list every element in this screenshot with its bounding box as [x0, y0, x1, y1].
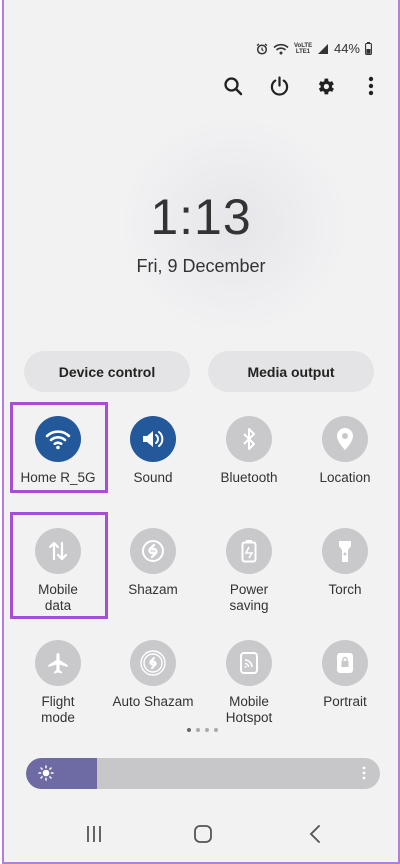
tile-flight-mode[interactable]: Flight mode	[10, 640, 106, 726]
quick-panel: VoLTE LTE1 44% 1:13 Fri, 9 December Devi…	[2, 0, 400, 864]
flashlight-icon	[339, 541, 351, 562]
tile-sound[interactable]: Sound	[105, 416, 201, 486]
highlight-box-wifi	[10, 402, 108, 493]
tile-location-circle[interactable]	[322, 416, 368, 462]
tile-power-saving-label: Power saving	[229, 582, 269, 613]
hotspot-icon	[240, 652, 258, 674]
back-icon	[309, 825, 320, 843]
tile-portrait-circle[interactable]	[322, 640, 368, 686]
gear-icon	[318, 78, 334, 94]
more-options-button[interactable]	[348, 72, 394, 100]
device-control-button[interactable]: Device control	[24, 351, 190, 392]
power-button[interactable]	[256, 72, 302, 100]
search-button[interactable]	[210, 72, 256, 100]
tile-shazam[interactable]: Shazam	[105, 528, 201, 598]
alarm-icon	[256, 42, 268, 55]
home-button[interactable]	[193, 824, 213, 849]
bluetooth-icon	[243, 428, 255, 450]
location-pin-icon	[337, 428, 353, 450]
tile-power-saving-circle[interactable]	[226, 528, 272, 574]
clock-time: 1:13	[150, 189, 252, 245]
brightness-icon	[38, 765, 54, 786]
more-vert-icon	[368, 76, 374, 96]
search-icon	[224, 77, 243, 96]
volume-icon	[143, 431, 164, 447]
tile-bluetooth[interactable]: Bluetooth	[201, 416, 297, 486]
page-dot	[214, 728, 218, 732]
status-bar: VoLTE LTE1 44%	[256, 41, 372, 56]
tile-auto-shazam[interactable]: Auto Shazam	[105, 640, 201, 710]
tile-portrait[interactable]: Portrait	[297, 640, 393, 710]
tile-mobile-hotspot[interactable]: Mobile Hotspot	[201, 640, 297, 726]
top-actions	[210, 72, 394, 100]
navigation-bar	[4, 824, 398, 852]
media-output-button[interactable]: Media output	[208, 351, 374, 392]
tile-mobile-hotspot-circle[interactable]	[226, 640, 272, 686]
tile-shazam-circle[interactable]	[130, 528, 176, 574]
rotation-lock-icon	[337, 653, 353, 673]
tile-auto-shazam-circle[interactable]	[130, 640, 176, 686]
network-label: VoLTE LTE1	[293, 42, 313, 55]
tile-location-label: Location	[319, 470, 371, 485]
tile-torch-label: Torch	[328, 582, 362, 597]
brightness-more-icon[interactable]	[362, 766, 366, 785]
tile-flight-mode-circle[interactable]	[35, 640, 81, 686]
tile-location[interactable]: Location	[297, 416, 393, 486]
tile-shazam-label: Shazam	[128, 582, 178, 597]
tile-sound-label: Sound	[133, 470, 173, 485]
tile-flight-mode-label: Flight mode	[41, 694, 75, 725]
tile-portrait-label: Portrait	[323, 694, 367, 709]
tile-torch-circle[interactable]	[322, 528, 368, 574]
back-button[interactable]	[308, 824, 322, 849]
tile-torch[interactable]: Torch	[297, 528, 393, 598]
page-indicator	[187, 728, 218, 732]
tile-mobile-hotspot-label: Mobile Hotspot	[225, 694, 273, 725]
recents-button[interactable]	[84, 824, 104, 849]
shazam-icon	[142, 540, 164, 562]
tile-sound-circle[interactable]	[130, 416, 176, 462]
wifi-status-icon	[273, 43, 289, 55]
tile-bluetooth-label: Bluetooth	[220, 470, 278, 485]
page-dot	[205, 728, 209, 732]
brightness-level	[26, 758, 97, 789]
power-icon	[270, 75, 288, 96]
battery-percent: 44%	[333, 41, 360, 56]
highlight-box-mobile-data	[10, 512, 108, 619]
tile-auto-shazam-label: Auto Shazam	[112, 694, 194, 709]
brightness-slider[interactable]	[26, 758, 380, 789]
airplane-icon	[48, 653, 68, 674]
settings-button[interactable]	[302, 72, 348, 100]
home-icon	[194, 825, 212, 843]
battery-icon	[365, 42, 372, 55]
page-dot	[187, 728, 191, 732]
page-dot	[196, 728, 200, 732]
tile-bluetooth-circle[interactable]	[226, 416, 272, 462]
auto-shazam-icon	[140, 650, 166, 676]
tile-power-saving[interactable]: Power saving	[201, 528, 297, 614]
battery-saver-icon	[241, 540, 257, 563]
clock-date: Fri, 9 December	[136, 256, 266, 276]
signal-icon	[317, 43, 329, 55]
recents-icon	[87, 826, 101, 842]
